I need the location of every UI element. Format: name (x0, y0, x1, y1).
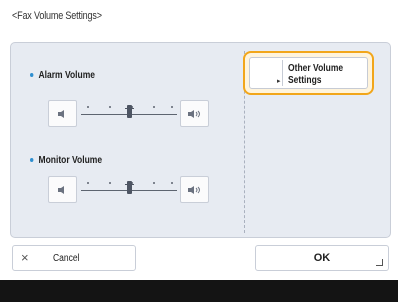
other-volume-settings-button[interactable]: ▸ Other Volume Settings (243, 51, 374, 95)
chevron-right-icon: ▸ (277, 78, 281, 85)
other-volume-settings-line1: Other Volume (288, 63, 344, 74)
other-volume-settings-label: Other Volume Settings (288, 63, 365, 87)
monitor-slider-tick (109, 182, 111, 184)
close-icon: × (21, 250, 29, 265)
ok-button[interactable]: OK (255, 245, 389, 271)
monitor-volume-increase-button[interactable] (180, 176, 209, 203)
alarm-volume-decrease-button[interactable] (48, 100, 77, 127)
monitor-volume-slider[interactable] (81, 176, 177, 201)
button-separator (282, 60, 283, 86)
other-volume-settings-inner: ▸ Other Volume Settings (249, 57, 368, 89)
footer-bar (0, 280, 398, 302)
corner-mark-icon (376, 259, 383, 266)
alarm-volume-increase-button[interactable] (180, 100, 209, 127)
monitor-slider-tick (171, 182, 173, 184)
alarm-volume-slider[interactable] (81, 100, 177, 125)
cancel-label: Cancel (53, 253, 80, 264)
page-title: <Fax Volume Settings> (12, 10, 102, 22)
other-volume-settings-line2: Settings (288, 75, 322, 86)
speaker-low-icon (57, 185, 64, 194)
cancel-button[interactable]: × Cancel (12, 245, 136, 271)
monitor-slider-tick (87, 182, 89, 184)
alarm-slider-thumb[interactable] (125, 105, 134, 118)
speaker-high-icon (187, 185, 200, 194)
monitor-slider-tick (153, 182, 155, 184)
monitor-volume-decrease-button[interactable] (48, 176, 77, 203)
alarm-slider-tick (171, 106, 173, 108)
alarm-volume-label: Alarm Volume (30, 70, 96, 81)
speaker-low-icon (57, 109, 64, 118)
monitor-volume-label: Monitor Volume (30, 155, 103, 166)
alarm-slider-tick (109, 106, 111, 108)
monitor-slider-thumb[interactable] (125, 181, 134, 194)
alarm-slider-tick (87, 106, 89, 108)
ok-label: OK (313, 252, 331, 264)
speaker-high-icon (187, 109, 200, 118)
alarm-slider-tick (153, 106, 155, 108)
